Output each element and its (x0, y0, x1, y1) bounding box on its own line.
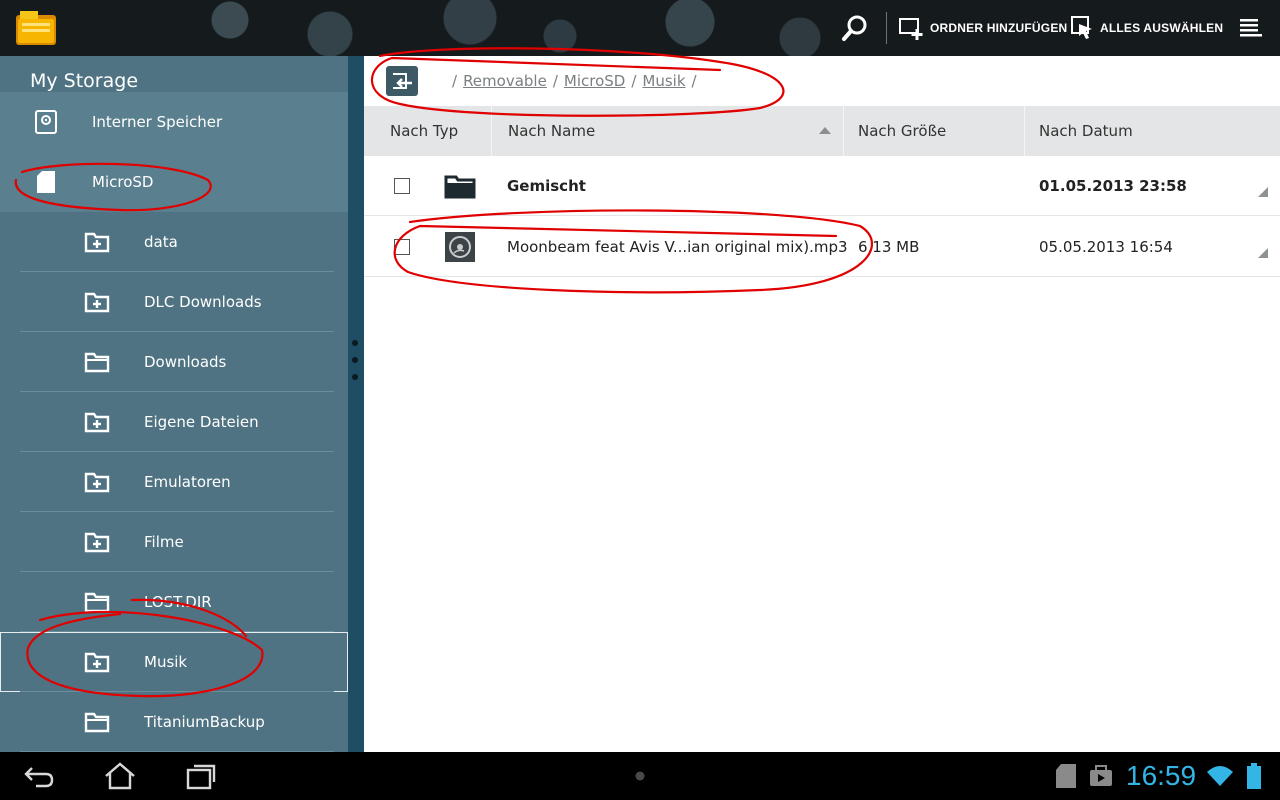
breadcrumb-separator: / (631, 72, 637, 90)
wifi-icon (1207, 766, 1233, 786)
sidebar-folder-label: Downloads (144, 353, 227, 371)
breadcrumb-musik[interactable]: Musik (642, 72, 685, 90)
select-cursor-icon (1071, 16, 1092, 39)
sort-ascending-icon (819, 127, 831, 134)
pane-divider[interactable] (348, 56, 364, 752)
divider-grip-dot[interactable] (352, 374, 358, 380)
select-all-button[interactable]: ALLES AUSWÄHLEN (1070, 14, 1223, 42)
path-bar: / Removable / MicroSD / Musik / (364, 56, 1280, 106)
sidebar-title: My Storage (30, 70, 139, 92)
folder-icon (84, 592, 110, 613)
divider-grip-dot[interactable] (352, 340, 358, 346)
file-name: Moonbeam feat Avis V...ian original mix)… (507, 237, 848, 256)
breadcrumb-separator: / (552, 72, 558, 90)
sort-by-date[interactable]: Nach Datum (1024, 106, 1280, 156)
sidebar-item-label: Interner Speicher (92, 113, 223, 131)
navigate-up-icon[interactable] (386, 66, 418, 96)
add-folder-icon (899, 18, 923, 40)
add-folder-button[interactable]: ORDNER HINZUFÜGEN (898, 14, 1067, 42)
column-header: Nach Typ Nach Name Nach Größe Nach Datum (364, 106, 1280, 156)
sdcard-icon (37, 171, 55, 193)
status-clock: 16:59 (1126, 760, 1197, 791)
folder-plus-icon (84, 652, 110, 673)
sidebar-folder-label: DLC Downloads (144, 293, 262, 311)
file-row[interactable]: Moonbeam feat Avis V...ian original mix)… (364, 217, 1280, 277)
internal-storage-icon (35, 110, 57, 134)
overflow-menu-icon[interactable] (1236, 13, 1266, 43)
sidebar-folder-label: Eigene Dateien (144, 413, 259, 431)
sidebar-folder-downloads[interactable]: Downloads (0, 332, 348, 392)
folder-icon (84, 712, 110, 733)
breadcrumb-microsd[interactable]: MicroSD (564, 72, 625, 90)
sidebar-folder-label: Musik (144, 653, 188, 671)
breadcrumb-separator: / (452, 72, 458, 90)
file-row[interactable]: Gemischt 01.05.2013 23:58 (364, 156, 1280, 216)
sidebar-item-label: MicroSD (92, 173, 154, 191)
file-name: Gemischt (507, 176, 586, 195)
folder-plus-icon (84, 292, 110, 313)
battery-icon (1247, 763, 1261, 789)
folder-plus-icon (84, 412, 110, 433)
recent-apps-icon[interactable] (184, 760, 220, 792)
nav-center-dot-icon (635, 771, 645, 781)
sidebar-folder-musik[interactable]: Musik (0, 632, 348, 692)
sort-by-name[interactable]: Nach Name (491, 106, 843, 156)
sidebar-folder-label: LOST.DIR (144, 593, 212, 611)
sidebar-folder-titaniumbackup[interactable]: TitaniumBackup (0, 692, 348, 752)
column-label: Nach Größe (858, 122, 947, 140)
row-context-menu-icon[interactable] (1258, 248, 1268, 258)
sort-by-type[interactable]: Nach Typ (364, 106, 491, 156)
sidebar-folder-emulatoren[interactable]: Emulatoren (0, 452, 348, 512)
breadcrumb: / Removable / MicroSD / Musik / (452, 72, 697, 90)
file-manager-screen: ORDNER HINZUFÜGEN ALLES AUSWÄHLEN My Sto… (0, 0, 1280, 800)
system-navigation-bar: 16:59 (0, 752, 1280, 800)
file-size: 6,13 MB (858, 237, 920, 256)
sidebar-folder-label: data (144, 233, 178, 251)
app-logo-icon[interactable] (14, 9, 58, 47)
sidebar-folder-filme[interactable]: Filme (0, 512, 348, 572)
file-list-pane: / Removable / MicroSD / Musik / Nach Typ… (364, 56, 1280, 752)
sidebar-folder-dlc-downloads[interactable]: DLC Downloads (0, 272, 348, 332)
back-icon[interactable] (22, 760, 58, 792)
actionbar-divider (886, 12, 887, 44)
folder-plus-icon (84, 472, 110, 493)
column-label: Nach Typ (390, 122, 459, 140)
add-folder-label: ORDNER HINZUFÜGEN (930, 21, 1068, 35)
folder-icon (84, 352, 110, 373)
media-status-icon (1090, 765, 1112, 786)
sidebar-folder-label: Emulatoren (144, 473, 231, 491)
sidebar-folder-data[interactable]: data (0, 212, 348, 272)
storage-sidebar: My Storage Interner Speicher MicroSD dat… (0, 56, 350, 752)
divider-grip-dot[interactable] (352, 357, 358, 363)
sidebar-folder-label: TitaniumBackup (144, 713, 265, 731)
sdcard-status-icon (1056, 764, 1076, 788)
folder-plus-icon (84, 232, 110, 253)
folder-plus-icon (84, 532, 110, 553)
sidebar-folder-label: Filme (144, 533, 184, 551)
sidebar-folder-eigene-dateien[interactable]: Eigene Dateien (0, 392, 348, 452)
sidebar-item-microsd[interactable]: MicroSD (0, 152, 348, 212)
home-icon[interactable] (102, 760, 138, 792)
file-date: 01.05.2013 23:58 (1039, 176, 1187, 195)
file-date: 05.05.2013 16:54 (1039, 237, 1173, 256)
row-context-menu-icon[interactable] (1258, 187, 1268, 197)
select-all-label: ALLES AUSWÄHLEN (1100, 21, 1224, 35)
music-file-icon (445, 232, 475, 262)
row-checkbox[interactable] (394, 178, 410, 194)
folder-icon (444, 175, 476, 199)
sidebar-item-internal-storage[interactable]: Interner Speicher (0, 92, 348, 152)
search-icon[interactable] (840, 13, 870, 43)
sidebar-folder-lost-dir[interactable]: LOST.DIR (0, 572, 348, 632)
action-bar: ORDNER HINZUFÜGEN ALLES AUSWÄHLEN (0, 0, 1280, 56)
breadcrumb-removable[interactable]: Removable (463, 72, 547, 90)
sort-by-size[interactable]: Nach Größe (843, 106, 1024, 156)
column-label: Nach Datum (1039, 122, 1133, 140)
column-label: Nach Name (508, 122, 596, 140)
breadcrumb-separator: / (691, 72, 697, 90)
row-checkbox[interactable] (394, 239, 410, 255)
